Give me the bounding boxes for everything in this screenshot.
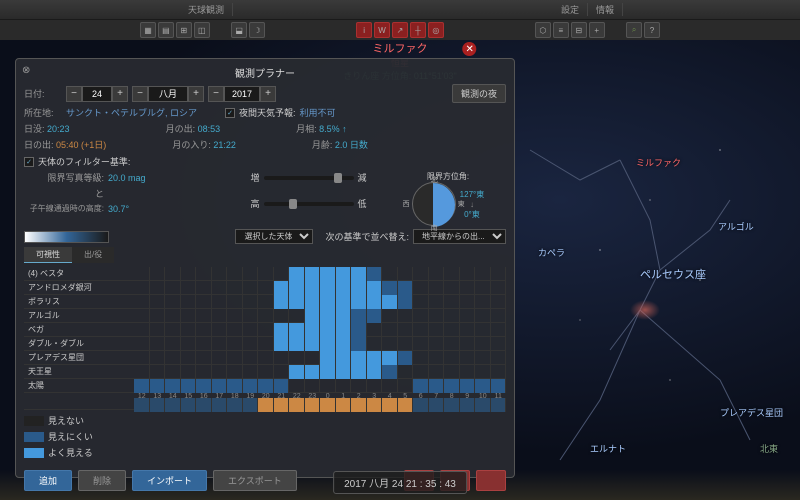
alt-slider[interactable]	[264, 202, 354, 206]
red-action-3[interactable]	[476, 470, 506, 491]
timeline-row[interactable]: ダブル・ダブル	[24, 337, 506, 351]
tool-icon-2[interactable]: ▤	[158, 22, 174, 38]
location-label: 所在地:	[24, 106, 62, 119]
timeline-row[interactable]: 太陽	[24, 379, 506, 393]
obs-night-button[interactable]: 観測の夜	[452, 84, 506, 103]
year-stepper[interactable]: −2017+	[208, 86, 276, 102]
timeline: (4) ベスタアンドロメダ銀河ポラリスアルゴルベガダブル・ダブルプレアデス星団天…	[24, 267, 506, 410]
star-label-elnath[interactable]: エルナト	[590, 442, 626, 455]
filter-label: 天体のフィルター基準:	[38, 155, 130, 168]
star-label-pleiades[interactable]: プレアデス星団	[720, 406, 783, 419]
add-button[interactable]: 追加	[24, 470, 72, 491]
gradient-bar[interactable]	[24, 231, 109, 243]
import-button[interactable]: インポート	[132, 470, 207, 491]
panel-close-button[interactable]: ⊗	[22, 65, 30, 76]
forecast-checkbox[interactable]: ✓	[225, 108, 235, 118]
constellation-perseus[interactable]: ペルセウス座	[640, 266, 706, 282]
delete-button[interactable]: 削除	[78, 470, 126, 491]
export-button[interactable]: エクスポート	[213, 470, 297, 491]
compass-ne: 北東	[760, 442, 778, 455]
tab-visibility[interactable]: 可視性	[24, 247, 72, 263]
timeline-row[interactable]: (4) ベスタ	[24, 267, 506, 281]
tool-icon-4[interactable]: ◫	[194, 22, 210, 38]
selected-object-select[interactable]: 選択した天体	[235, 229, 313, 244]
sort-select[interactable]: 地平線からの出...	[413, 229, 506, 244]
timeline-row[interactable]: プレアデス星団	[24, 351, 506, 365]
timeline-row[interactable]: ポラリス	[24, 295, 506, 309]
search-icon[interactable]: ⌕	[626, 22, 642, 38]
star-label-mirfak[interactable]: ミルファク	[636, 156, 681, 169]
tool-icon-7[interactable]: ⬡	[535, 22, 551, 38]
wiki-icon[interactable]: W	[374, 22, 390, 38]
tool-icon-6[interactable]: ☽	[249, 22, 265, 38]
panel-title: 観測プラナー	[24, 65, 506, 80]
timeline-row[interactable]: アンドロメダ銀河	[24, 281, 506, 295]
star-label-algol[interactable]: アルゴル	[718, 220, 754, 233]
date-label: 日付:	[24, 87, 62, 100]
tool-icon-5[interactable]: ⬓	[231, 22, 247, 38]
target-icon[interactable]: ◎	[428, 22, 444, 38]
month-stepper[interactable]: −八月+	[132, 86, 204, 102]
rocket-icon[interactable]: ↗	[392, 22, 408, 38]
target-name: ミルファク	[343, 40, 456, 56]
timeline-row[interactable]: 天王星	[24, 365, 506, 379]
menu-info[interactable]: 情報	[588, 3, 623, 16]
timeline-row[interactable]: アルゴル	[24, 309, 506, 323]
crosshair-icon[interactable]: ┼	[410, 22, 426, 38]
day-stepper[interactable]: −24+	[66, 86, 128, 102]
timeline-row[interactable]: ベガ	[24, 323, 506, 337]
tool-icon-1[interactable]: ▦	[140, 22, 156, 38]
location-link[interactable]: サンクト・ペテルブルグ, ロシア	[66, 106, 197, 119]
tab-riseset[interactable]: 出/役	[72, 247, 114, 263]
tool-icon-8[interactable]: ≡	[553, 22, 569, 38]
mag-slider[interactable]	[264, 176, 354, 180]
forecast-link[interactable]: 利用不可	[300, 106, 336, 119]
azimuth-compass[interactable]: 北 東 南 西	[412, 182, 456, 226]
tool-icon-3[interactable]: ⊞	[176, 22, 192, 38]
nebula	[630, 300, 660, 320]
tool-icon-10[interactable]: +	[589, 22, 605, 38]
info-icon[interactable]: i	[356, 22, 372, 38]
datetime-display[interactable]: 2017 八月 24 21 : 35 : 43	[333, 471, 467, 494]
filter-checkbox[interactable]: ✓	[24, 157, 34, 167]
menu-settings[interactable]: 設定	[553, 3, 588, 16]
tool-icon-9[interactable]: ⊟	[571, 22, 587, 38]
top-toolbar: 天球観測 設定 情報	[0, 0, 800, 20]
help-icon[interactable]: ?	[644, 22, 660, 38]
star-label-capella[interactable]: カペラ	[538, 246, 565, 259]
menu-observe[interactable]: 天球観測	[180, 3, 233, 16]
planner-panel: ⊗ 観測プラナー 日付: −24+ −八月+ −2017+ 観測の夜 所在地: …	[15, 58, 515, 478]
icon-toolbar: ▦ ▤ ⊞ ◫ ⬓ ☽ i W ↗ ┼ ◎ ⬡ ≡ ⊟ + ⌕ ?	[0, 20, 800, 40]
